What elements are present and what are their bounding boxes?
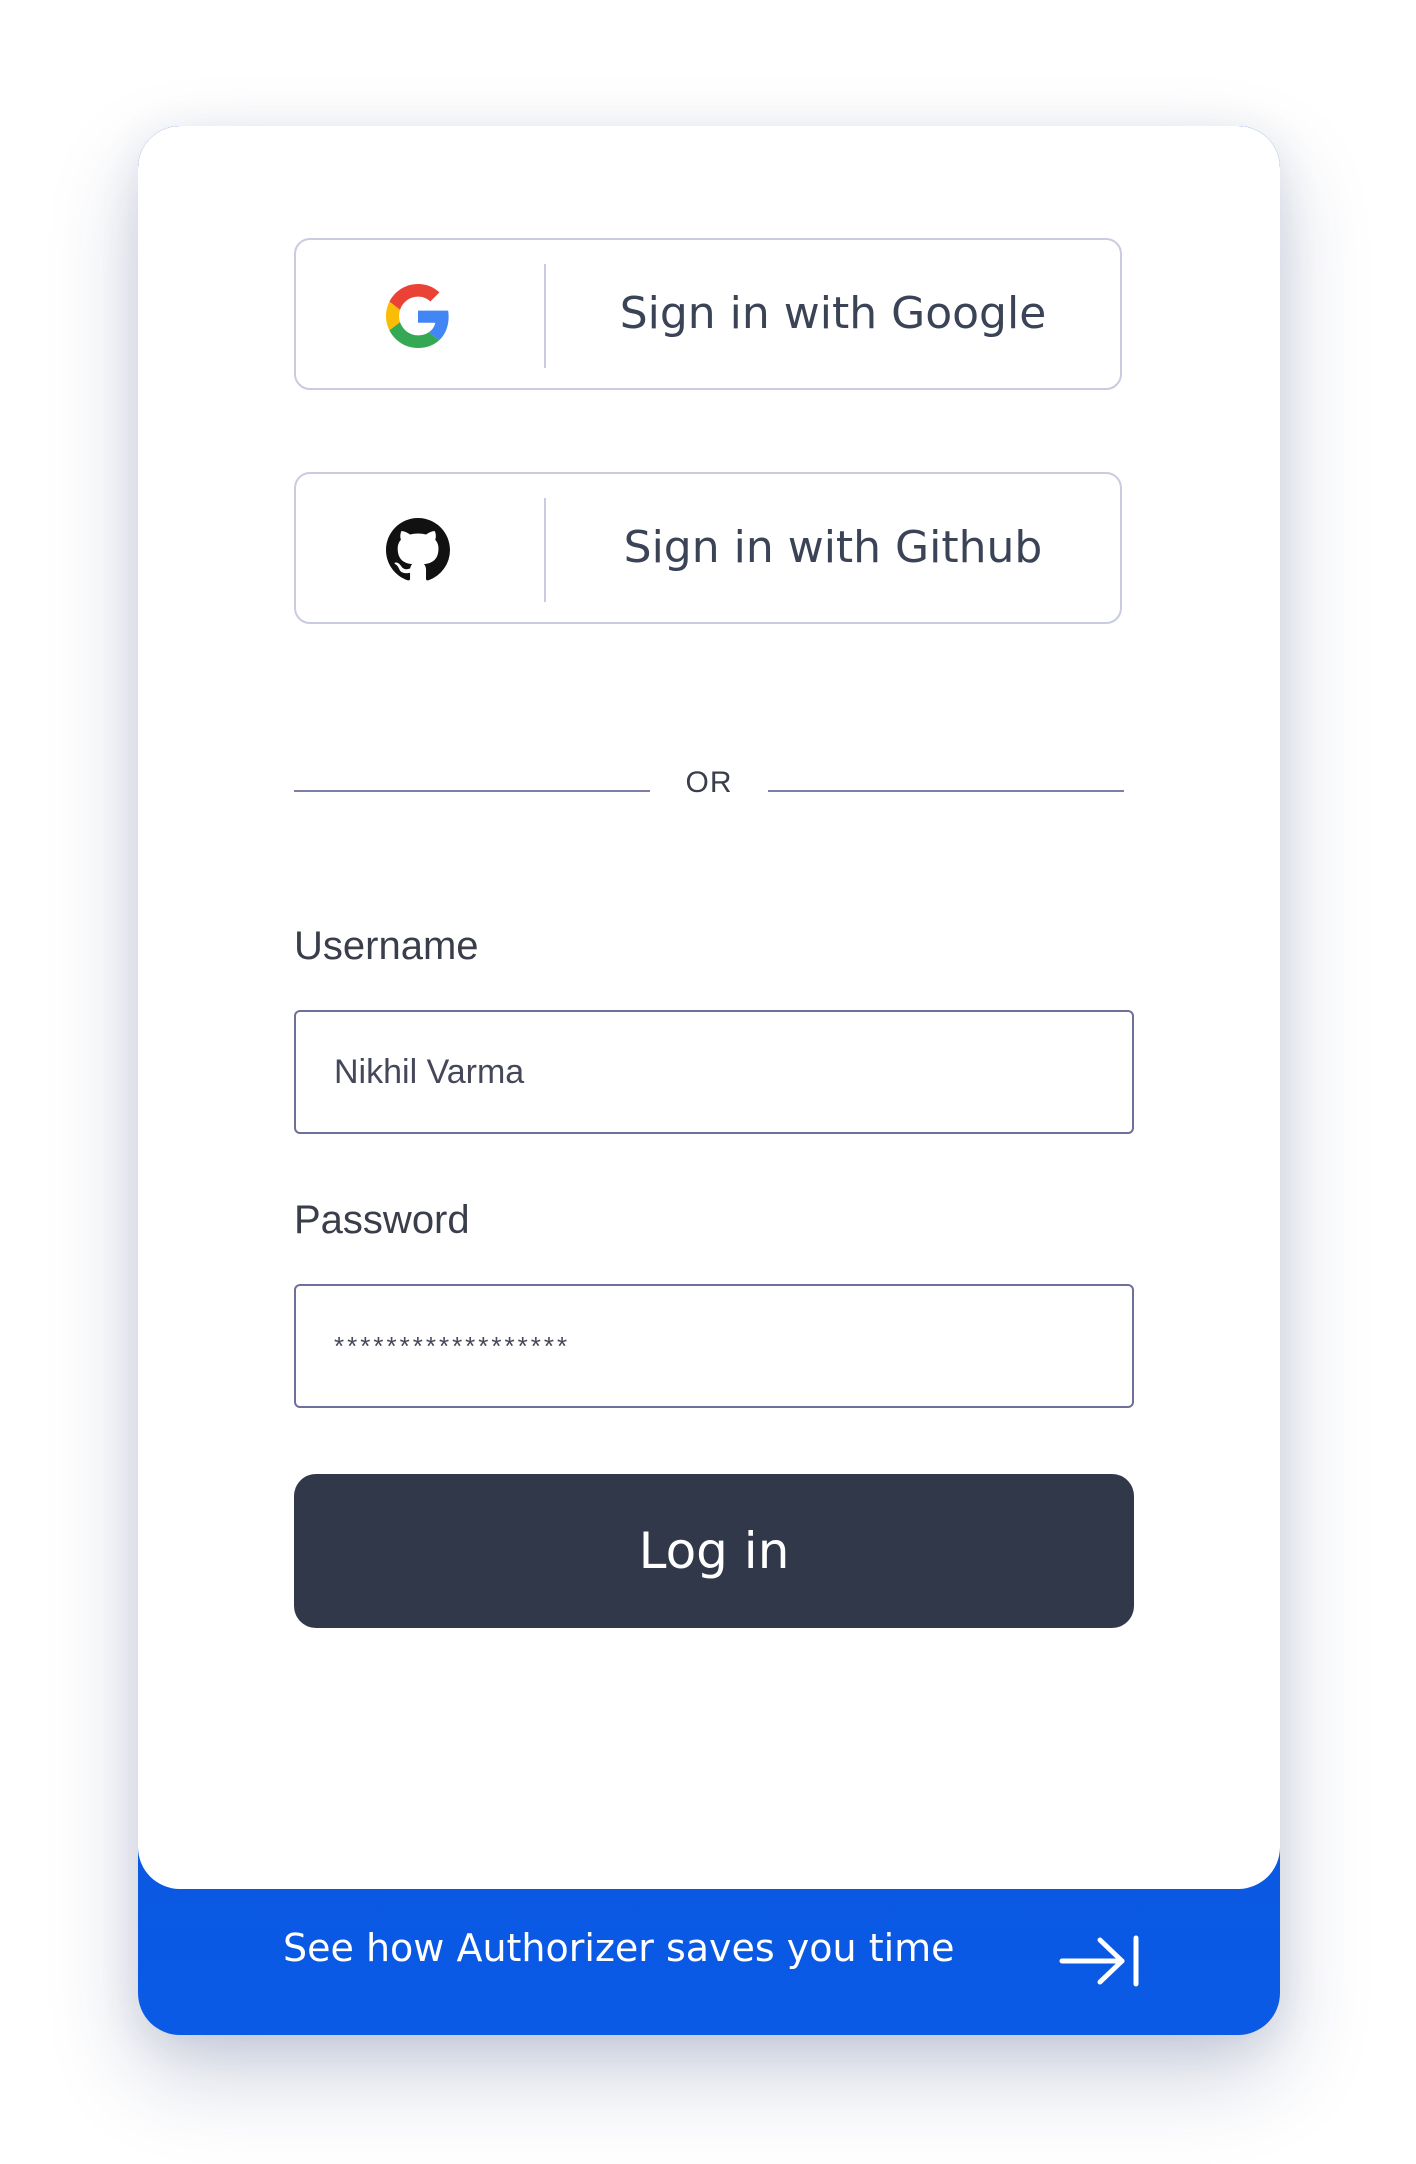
divider-line-right xyxy=(768,790,1124,792)
divider-line-left xyxy=(294,790,650,792)
or-divider-text: OR xyxy=(685,766,733,799)
arrow-right-to-bar-icon[interactable] xyxy=(1058,1934,1142,1988)
login-button[interactable]: Log in xyxy=(294,1474,1134,1628)
login-card: Sign in with Google Sign in with Github … xyxy=(138,126,1280,1889)
password-field[interactable] xyxy=(294,1284,1134,1408)
password-label: Password xyxy=(294,1198,470,1242)
github-signin-button[interactable]: Sign in with Github xyxy=(294,472,1122,624)
username-label: Username xyxy=(294,924,479,968)
login-card-container: Sign in with Google Sign in with Github … xyxy=(138,126,1280,2035)
page: Sign in with Google Sign in with Github … xyxy=(0,0,1416,2164)
google-g-icon xyxy=(386,284,449,348)
google-signin-label: Sign in with Google xyxy=(619,288,1047,339)
github-octocat-icon xyxy=(386,518,450,581)
github-signin-label: Sign in with Github xyxy=(623,522,1043,573)
username-field[interactable] xyxy=(294,1010,1134,1134)
footer-link[interactable]: See how Authorizer saves you time xyxy=(283,1926,955,1970)
google-signin-button[interactable]: Sign in with Google xyxy=(294,238,1122,390)
